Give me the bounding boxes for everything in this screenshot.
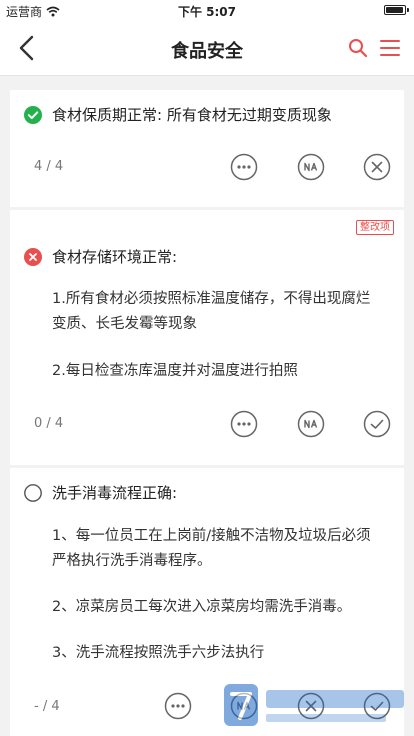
check-circle-icon bbox=[24, 105, 42, 124]
item-count: 4 / 4 bbox=[34, 159, 64, 174]
na-icon[interactable] bbox=[297, 153, 325, 181]
item-detail: 1、每一位员工在上岗前/接触不洁物及垃圾后必须严格执行洗手消毒程序。 bbox=[52, 528, 371, 569]
na-icon[interactable] bbox=[297, 410, 325, 438]
item-header: 洗手消毒流程正确: bbox=[24, 482, 177, 503]
rectification-tag: 整改项 bbox=[356, 220, 394, 235]
item-header: 食材存储环境正常: bbox=[24, 246, 177, 267]
item-question: 食材保质期正常: 所有食材无过期变质现象 bbox=[52, 106, 332, 124]
close-circle-icon[interactable] bbox=[363, 153, 391, 181]
watermark-logo bbox=[224, 684, 404, 726]
item-detail: 1.所有食材必须按照标准温度储存，不得出现腐烂变质、长毛发霉等现象 bbox=[52, 291, 371, 332]
item-count: - / 4 bbox=[34, 699, 60, 714]
battery-icon bbox=[384, 5, 406, 15]
checklist-item: 整改项 食材存储环境正常: 1.所有食材必须按照标准温度储存，不得出现腐烂变质、… bbox=[10, 210, 404, 465]
item-detail: 2.每日检查冻库温度并对温度进行拍照 bbox=[52, 363, 298, 379]
item-count: 0 / 4 bbox=[34, 416, 64, 431]
item-detail: 2、凉菜房员工每次进入凉菜房均需洗手消毒。 bbox=[52, 599, 352, 615]
more-icon[interactable] bbox=[164, 692, 192, 720]
item-detail: 3、洗手流程按照洗手六步法执行 bbox=[52, 645, 265, 661]
battery-tip bbox=[407, 8, 409, 12]
status-time: 下午 5:07 bbox=[177, 5, 237, 19]
nav-bar: 食品安全 bbox=[0, 20, 414, 76]
item-question: 洗手消毒流程正确: bbox=[52, 484, 178, 502]
error-circle-icon bbox=[24, 247, 42, 266]
item-header: 食材保质期正常: 所有食材无过期变质现象 bbox=[24, 104, 332, 125]
more-icon[interactable] bbox=[230, 410, 258, 438]
item-question: 食材存储环境正常: bbox=[52, 248, 178, 266]
status-bar: 运营商 下午 5:07 bbox=[0, 0, 414, 20]
checklist-item: 食材保质期正常: 所有食材无过期变质现象 4 / 4 bbox=[10, 90, 404, 207]
search-icon[interactable] bbox=[346, 36, 370, 60]
check-circle-outline-icon[interactable] bbox=[363, 410, 391, 438]
more-icon[interactable] bbox=[230, 153, 258, 181]
menu-icon[interactable] bbox=[378, 36, 402, 60]
unchecked-circle-icon bbox=[24, 483, 42, 502]
